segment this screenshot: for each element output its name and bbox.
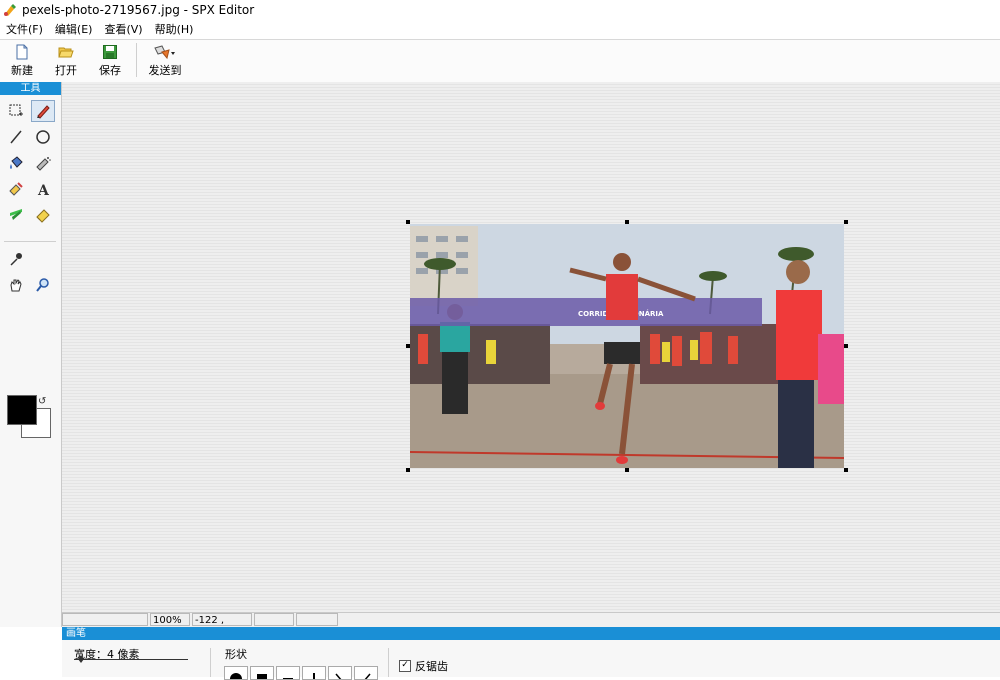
folder-open-icon [58, 47, 74, 58]
new-file-icon [16, 44, 28, 60]
toolbar: 新建 打开 保存 发送到 [0, 39, 1000, 83]
foreground-color-swatch[interactable] [7, 395, 37, 425]
properties-separator [210, 648, 211, 677]
swap-colors-icon[interactable]: ↺ [38, 396, 46, 407]
properties-separator-2 [388, 648, 389, 677]
color-picker-icon [9, 182, 23, 196]
menu-view[interactable]: 查看(V) [98, 21, 148, 37]
shape-backslash-button[interactable] [328, 666, 352, 680]
window-title: pexels-photo-2719567.jpg - SPX Editor [22, 3, 255, 17]
ellipse-tool[interactable] [31, 126, 55, 148]
status-coords: -122 , -156 [192, 613, 252, 639]
brush-width-track [74, 659, 188, 660]
menu-edit[interactable]: 编辑(E) [49, 21, 99, 37]
airbrush-tool[interactable] [31, 152, 55, 174]
svg-text:A: A [37, 183, 50, 197]
status-cell-extra [296, 613, 338, 626]
shape-horizontal-button[interactable] [276, 666, 300, 680]
airbrush-icon [36, 157, 51, 171]
app-icon [4, 4, 16, 16]
canvas-area[interactable]: CORRIDA MILIONÁRIA [62, 82, 1000, 612]
hand-icon [10, 279, 22, 292]
pencil-tool[interactable] [31, 100, 55, 122]
zoom-tool[interactable] [31, 274, 55, 296]
image-canvas[interactable]: CORRIDA MILIONÁRIA [410, 224, 844, 468]
status-zoom: 100% [150, 613, 190, 626]
text-icon: A [37, 183, 50, 197]
highlighter-icon [10, 209, 22, 220]
open-button[interactable]: 打开 [44, 40, 88, 80]
eyedropper-tool[interactable] [4, 248, 28, 270]
highlighter-tool[interactable] [4, 204, 28, 226]
resize-handle-nw[interactable] [406, 220, 410, 224]
menu-file[interactable]: 文件(F) [0, 21, 49, 37]
resize-handle-sw[interactable] [406, 468, 410, 472]
shape-round-button[interactable] [224, 666, 248, 680]
select-rect-tool[interactable] [4, 100, 28, 122]
save-button[interactable]: 保存 [88, 40, 132, 80]
brush-shape-label: 形状 [225, 648, 247, 661]
status-bar: 100% -122 , -156 [62, 612, 1000, 639]
horizontal-line-shape-icon [283, 678, 293, 679]
brush-width-slider-thumb[interactable] [78, 655, 84, 663]
circle-shape-icon [230, 673, 242, 679]
slash-shape-icon [364, 673, 371, 679]
send-to-button[interactable]: 发送到 [141, 40, 189, 80]
tools-panel: 工具 A ↺ [0, 82, 62, 627]
eraser-icon [36, 209, 50, 223]
color-picker-tool[interactable] [4, 178, 28, 200]
shape-square-button[interactable] [250, 666, 274, 680]
properties-panel: 宽度：4 像素 形状 ✓ 反锯齿 [62, 640, 1000, 680]
menu-help[interactable]: 帮助(H) [149, 21, 200, 37]
hand-tool[interactable] [4, 274, 28, 296]
line-icon [10, 130, 22, 144]
resize-handle-n[interactable] [625, 220, 629, 224]
shape-slash-button[interactable] [354, 666, 378, 680]
text-tool[interactable]: A [31, 178, 55, 200]
select-rect-icon [9, 104, 23, 116]
resize-handle-w[interactable] [406, 344, 410, 348]
square-shape-icon [257, 674, 267, 679]
zoom-icon [36, 278, 49, 292]
resize-handle-e[interactable] [844, 344, 848, 348]
send-to-button-label: 发送到 [148, 64, 182, 77]
resize-handle-s[interactable] [625, 468, 629, 472]
vertical-line-shape-icon [313, 673, 315, 679]
menu-bar: 文件(F) 编辑(E) 查看(V) 帮助(H) [0, 20, 1000, 38]
shape-vertical-button[interactable] [302, 666, 326, 680]
save-icon [103, 45, 117, 59]
new-button-label: 新建 [11, 64, 33, 77]
resize-handle-se[interactable] [844, 468, 848, 472]
properties-header: 画笔 [62, 627, 1000, 640]
send-to-icon [154, 45, 175, 60]
save-button-label: 保存 [99, 64, 121, 77]
antialias-checkbox[interactable]: ✓ [399, 660, 411, 672]
backslash-shape-icon [335, 673, 342, 679]
fill-bucket-tool[interactable] [4, 152, 28, 174]
line-tool[interactable] [4, 126, 28, 148]
antialias-option[interactable]: ✓ 反锯齿 [399, 658, 448, 674]
ellipse-icon [36, 130, 50, 144]
photo-image: CORRIDA MILIONÁRIA [410, 224, 844, 468]
status-cell-empty [62, 613, 148, 626]
title-bar: pexels-photo-2719567.jpg - SPX Editor [0, 0, 1000, 20]
eyedropper-icon [10, 253, 22, 266]
tools-panel-header: 工具 [0, 82, 61, 95]
brush-shape-options [224, 666, 380, 680]
status-cell-size [254, 613, 294, 626]
fill-bucket-icon [10, 156, 23, 169]
eraser-tool[interactable] [31, 204, 55, 226]
antialias-label: 反锯齿 [415, 660, 448, 673]
pencil-icon [37, 105, 50, 119]
resize-handle-ne[interactable] [844, 220, 848, 224]
new-button[interactable]: 新建 [0, 40, 44, 80]
tools-separator [4, 241, 56, 242]
open-button-label: 打开 [55, 64, 77, 77]
toolbar-separator [136, 43, 137, 77]
